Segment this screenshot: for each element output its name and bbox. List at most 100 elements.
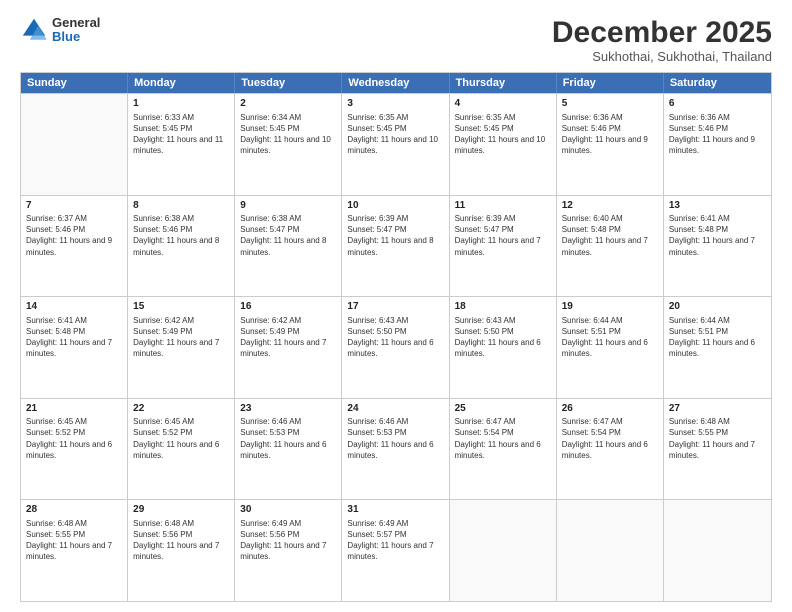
calendar-cell: 20Sunrise: 6:44 AMSunset: 5:51 PMDayligh… (664, 297, 771, 398)
day-number: 20 (669, 300, 766, 314)
cal-header-day: Monday (128, 73, 235, 93)
calendar-cell: 3Sunrise: 6:35 AMSunset: 5:45 PMDaylight… (342, 94, 449, 195)
calendar-cell: 29Sunrise: 6:48 AMSunset: 5:56 PMDayligh… (128, 500, 235, 601)
title-block: December 2025 Sukhothai, Sukhothai, Thai… (552, 16, 772, 64)
calendar-cell: 13Sunrise: 6:41 AMSunset: 5:48 PMDayligh… (664, 196, 771, 297)
calendar-body: 1Sunrise: 6:33 AMSunset: 5:45 PMDaylight… (21, 93, 771, 601)
cal-header-day: Wednesday (342, 73, 449, 93)
calendar: SundayMondayTuesdayWednesdayThursdayFrid… (20, 72, 772, 602)
day-number: 15 (133, 300, 229, 314)
logo-text: General Blue (52, 16, 100, 45)
day-info: Sunrise: 6:49 AMSunset: 5:56 PMDaylight:… (240, 518, 336, 563)
day-info: Sunrise: 6:36 AMSunset: 5:46 PMDaylight:… (562, 112, 658, 157)
calendar-row: 1Sunrise: 6:33 AMSunset: 5:45 PMDaylight… (21, 93, 771, 195)
day-info: Sunrise: 6:38 AMSunset: 5:47 PMDaylight:… (240, 213, 336, 258)
day-info: Sunrise: 6:48 AMSunset: 5:55 PMDaylight:… (669, 416, 766, 461)
day-number: 6 (669, 97, 766, 111)
day-info: Sunrise: 6:40 AMSunset: 5:48 PMDaylight:… (562, 213, 658, 258)
calendar-row: 14Sunrise: 6:41 AMSunset: 5:48 PMDayligh… (21, 296, 771, 398)
cal-header-day: Tuesday (235, 73, 342, 93)
logo-icon (20, 16, 48, 44)
header: General Blue December 2025 Sukhothai, Su… (20, 16, 772, 64)
day-number: 11 (455, 199, 551, 213)
calendar-cell: 26Sunrise: 6:47 AMSunset: 5:54 PMDayligh… (557, 399, 664, 500)
day-info: Sunrise: 6:35 AMSunset: 5:45 PMDaylight:… (347, 112, 443, 157)
cal-header-day: Friday (557, 73, 664, 93)
calendar-cell: 22Sunrise: 6:45 AMSunset: 5:52 PMDayligh… (128, 399, 235, 500)
calendar-cell: 6Sunrise: 6:36 AMSunset: 5:46 PMDaylight… (664, 94, 771, 195)
calendar-cell: 18Sunrise: 6:43 AMSunset: 5:50 PMDayligh… (450, 297, 557, 398)
day-info: Sunrise: 6:41 AMSunset: 5:48 PMDaylight:… (669, 213, 766, 258)
day-number: 22 (133, 402, 229, 416)
day-number: 9 (240, 199, 336, 213)
day-info: Sunrise: 6:46 AMSunset: 5:53 PMDaylight:… (347, 416, 443, 461)
day-info: Sunrise: 6:48 AMSunset: 5:56 PMDaylight:… (133, 518, 229, 563)
day-number: 27 (669, 402, 766, 416)
day-info: Sunrise: 6:36 AMSunset: 5:46 PMDaylight:… (669, 112, 766, 157)
day-info: Sunrise: 6:45 AMSunset: 5:52 PMDaylight:… (26, 416, 122, 461)
calendar-cell: 15Sunrise: 6:42 AMSunset: 5:49 PMDayligh… (128, 297, 235, 398)
calendar-row: 7Sunrise: 6:37 AMSunset: 5:46 PMDaylight… (21, 195, 771, 297)
calendar-cell: 28Sunrise: 6:48 AMSunset: 5:55 PMDayligh… (21, 500, 128, 601)
day-number: 21 (26, 402, 122, 416)
day-info: Sunrise: 6:41 AMSunset: 5:48 PMDaylight:… (26, 315, 122, 360)
day-number: 7 (26, 199, 122, 213)
page: General Blue December 2025 Sukhothai, Su… (0, 0, 792, 612)
day-info: Sunrise: 6:43 AMSunset: 5:50 PMDaylight:… (347, 315, 443, 360)
calendar-header: SundayMondayTuesdayWednesdayThursdayFrid… (21, 73, 771, 93)
day-number: 29 (133, 503, 229, 517)
day-number: 2 (240, 97, 336, 111)
calendar-cell: 17Sunrise: 6:43 AMSunset: 5:50 PMDayligh… (342, 297, 449, 398)
calendar-cell: 21Sunrise: 6:45 AMSunset: 5:52 PMDayligh… (21, 399, 128, 500)
cal-header-day: Saturday (664, 73, 771, 93)
calendar-cell: 11Sunrise: 6:39 AMSunset: 5:47 PMDayligh… (450, 196, 557, 297)
day-info: Sunrise: 6:48 AMSunset: 5:55 PMDaylight:… (26, 518, 122, 563)
calendar-cell (557, 500, 664, 601)
day-info: Sunrise: 6:37 AMSunset: 5:46 PMDaylight:… (26, 213, 122, 258)
day-info: Sunrise: 6:34 AMSunset: 5:45 PMDaylight:… (240, 112, 336, 157)
calendar-cell: 1Sunrise: 6:33 AMSunset: 5:45 PMDaylight… (128, 94, 235, 195)
calendar-row: 21Sunrise: 6:45 AMSunset: 5:52 PMDayligh… (21, 398, 771, 500)
day-number: 18 (455, 300, 551, 314)
calendar-cell: 31Sunrise: 6:49 AMSunset: 5:57 PMDayligh… (342, 500, 449, 601)
day-number: 14 (26, 300, 122, 314)
day-info: Sunrise: 6:46 AMSunset: 5:53 PMDaylight:… (240, 416, 336, 461)
day-number: 28 (26, 503, 122, 517)
calendar-cell: 8Sunrise: 6:38 AMSunset: 5:46 PMDaylight… (128, 196, 235, 297)
day-number: 3 (347, 97, 443, 111)
calendar-row: 28Sunrise: 6:48 AMSunset: 5:55 PMDayligh… (21, 499, 771, 601)
day-number: 19 (562, 300, 658, 314)
day-info: Sunrise: 6:42 AMSunset: 5:49 PMDaylight:… (133, 315, 229, 360)
day-number: 26 (562, 402, 658, 416)
day-info: Sunrise: 6:39 AMSunset: 5:47 PMDaylight:… (347, 213, 443, 258)
calendar-cell: 23Sunrise: 6:46 AMSunset: 5:53 PMDayligh… (235, 399, 342, 500)
day-info: Sunrise: 6:47 AMSunset: 5:54 PMDaylight:… (562, 416, 658, 461)
calendar-cell (664, 500, 771, 601)
main-title: December 2025 (552, 16, 772, 49)
day-info: Sunrise: 6:42 AMSunset: 5:49 PMDaylight:… (240, 315, 336, 360)
cal-header-day: Sunday (21, 73, 128, 93)
logo-blue: Blue (52, 30, 100, 44)
day-info: Sunrise: 6:47 AMSunset: 5:54 PMDaylight:… (455, 416, 551, 461)
day-number: 31 (347, 503, 443, 517)
day-info: Sunrise: 6:35 AMSunset: 5:45 PMDaylight:… (455, 112, 551, 157)
day-info: Sunrise: 6:45 AMSunset: 5:52 PMDaylight:… (133, 416, 229, 461)
day-number: 17 (347, 300, 443, 314)
calendar-cell (450, 500, 557, 601)
day-number: 23 (240, 402, 336, 416)
calendar-cell: 19Sunrise: 6:44 AMSunset: 5:51 PMDayligh… (557, 297, 664, 398)
calendar-cell: 10Sunrise: 6:39 AMSunset: 5:47 PMDayligh… (342, 196, 449, 297)
calendar-cell: 2Sunrise: 6:34 AMSunset: 5:45 PMDaylight… (235, 94, 342, 195)
calendar-cell: 24Sunrise: 6:46 AMSunset: 5:53 PMDayligh… (342, 399, 449, 500)
calendar-cell: 9Sunrise: 6:38 AMSunset: 5:47 PMDaylight… (235, 196, 342, 297)
logo: General Blue (20, 16, 100, 45)
day-info: Sunrise: 6:43 AMSunset: 5:50 PMDaylight:… (455, 315, 551, 360)
day-number: 10 (347, 199, 443, 213)
calendar-cell: 14Sunrise: 6:41 AMSunset: 5:48 PMDayligh… (21, 297, 128, 398)
day-number: 16 (240, 300, 336, 314)
cal-header-day: Thursday (450, 73, 557, 93)
day-info: Sunrise: 6:38 AMSunset: 5:46 PMDaylight:… (133, 213, 229, 258)
subtitle: Sukhothai, Sukhothai, Thailand (552, 49, 772, 64)
day-info: Sunrise: 6:44 AMSunset: 5:51 PMDaylight:… (669, 315, 766, 360)
calendar-cell: 16Sunrise: 6:42 AMSunset: 5:49 PMDayligh… (235, 297, 342, 398)
